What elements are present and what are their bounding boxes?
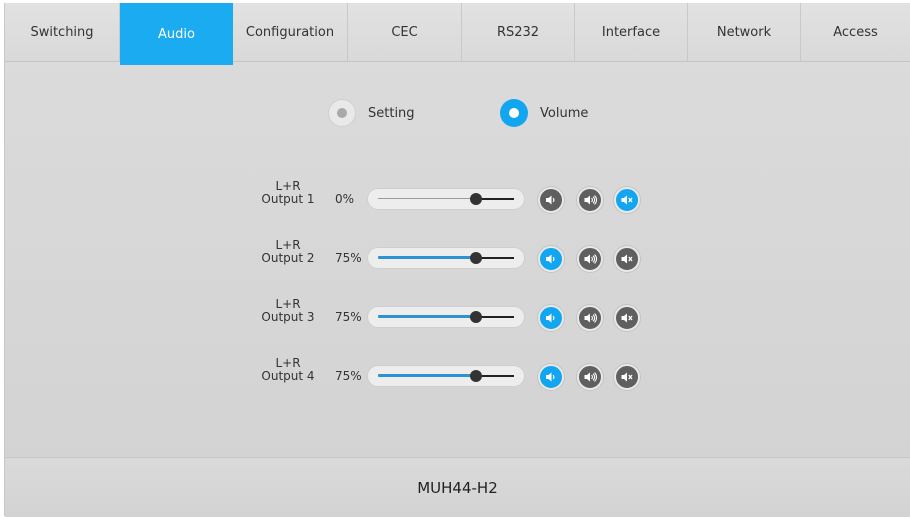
volume-percent: 75% — [335, 310, 362, 324]
tab-configuration[interactable]: Configuration — [233, 3, 348, 61]
speaker-low-icon — [544, 370, 558, 384]
volume-slider-thumb[interactable] — [470, 252, 482, 264]
channel-label: L+R Output 1 — [257, 180, 319, 206]
channel-row-output-2: L+R Output 2 75% — [5, 239, 910, 279]
speaker-mute-icon — [620, 252, 634, 266]
mode-selector: Setting Volume — [5, 99, 910, 129]
tab-switching[interactable]: Switching — [5, 3, 120, 61]
mute-button[interactable] — [614, 305, 640, 331]
speaker-high-icon — [583, 193, 597, 207]
channel-output-text: Output 2 — [261, 251, 315, 265]
volume-slider[interactable] — [367, 306, 525, 328]
volume-slider-fill — [378, 256, 476, 259]
volume-percent: 75% — [335, 251, 362, 265]
channel-output-text: Output 4 — [261, 369, 315, 383]
setting-radio[interactable]: Setting — [328, 99, 415, 127]
volume-slider-thumb[interactable] — [470, 193, 482, 205]
volume-up-button[interactable] — [577, 246, 603, 272]
volume-percent: 75% — [335, 369, 362, 383]
speaker-low-icon — [544, 252, 558, 266]
volume-slider-fill — [378, 315, 476, 318]
speaker-mute-icon — [620, 193, 634, 207]
volume-slider[interactable] — [367, 247, 525, 269]
speaker-mute-icon — [620, 370, 634, 384]
channel-label: L+R Output 4 — [257, 357, 319, 383]
setting-radio-label: Setting — [368, 105, 415, 121]
volume-slider-thumb[interactable] — [470, 311, 482, 323]
channel-row-output-3: L+R Output 3 75% — [5, 298, 910, 338]
app-frame: Switching Audio Configuration CEC RS232 … — [4, 3, 910, 517]
channel-output-text: Output 3 — [261, 310, 315, 324]
tab-rs232[interactable]: RS232 — [462, 3, 575, 61]
volume-percent: 0% — [335, 192, 355, 206]
setting-radio-indicator[interactable] — [328, 99, 356, 127]
channel-label: L+R Output 3 — [257, 298, 319, 324]
volume-slider-track — [378, 198, 476, 199]
channel-label: L+R Output 2 — [257, 239, 319, 265]
mute-button[interactable] — [614, 364, 640, 390]
speaker-low-icon — [544, 193, 558, 207]
tab-bar: Switching Audio Configuration CEC RS232 … — [5, 3, 910, 65]
tab-network[interactable]: Network — [688, 3, 801, 61]
volume-down-button[interactable] — [538, 246, 564, 272]
volume-up-button[interactable] — [577, 364, 603, 390]
channel-row-output-4: L+R Output 4 75% — [5, 357, 910, 397]
speaker-high-icon — [583, 311, 597, 325]
volume-radio[interactable]: Volume — [500, 99, 588, 127]
tab-interface[interactable]: Interface — [575, 3, 688, 61]
speaker-low-icon — [544, 311, 558, 325]
volume-down-button[interactable] — [538, 364, 564, 390]
volume-down-button[interactable] — [538, 187, 564, 213]
channel-output-text: Output 1 — [261, 192, 315, 206]
mute-button[interactable] — [614, 187, 640, 213]
volume-radio-indicator[interactable] — [500, 99, 528, 127]
volume-slider-thumb[interactable] — [470, 370, 482, 382]
volume-up-button[interactable] — [577, 305, 603, 331]
volume-up-button[interactable] — [577, 187, 603, 213]
footer: MUH44-H2 — [5, 457, 910, 517]
tab-cec[interactable]: CEC — [348, 3, 462, 61]
speaker-high-icon — [583, 252, 597, 266]
speaker-high-icon — [583, 370, 597, 384]
tab-access[interactable]: Access — [801, 3, 910, 61]
volume-slider-fill — [378, 374, 476, 377]
volume-slider[interactable] — [367, 365, 525, 387]
mute-button[interactable] — [614, 246, 640, 272]
volume-down-button[interactable] — [538, 305, 564, 331]
volume-slider[interactable] — [367, 188, 525, 210]
volume-radio-label: Volume — [540, 105, 589, 121]
model-name: MUH44-H2 — [417, 478, 498, 497]
tab-audio[interactable]: Audio — [120, 3, 233, 65]
speaker-mute-icon — [620, 311, 634, 325]
channel-row-output-1: L+R Output 1 0% — [5, 180, 910, 220]
